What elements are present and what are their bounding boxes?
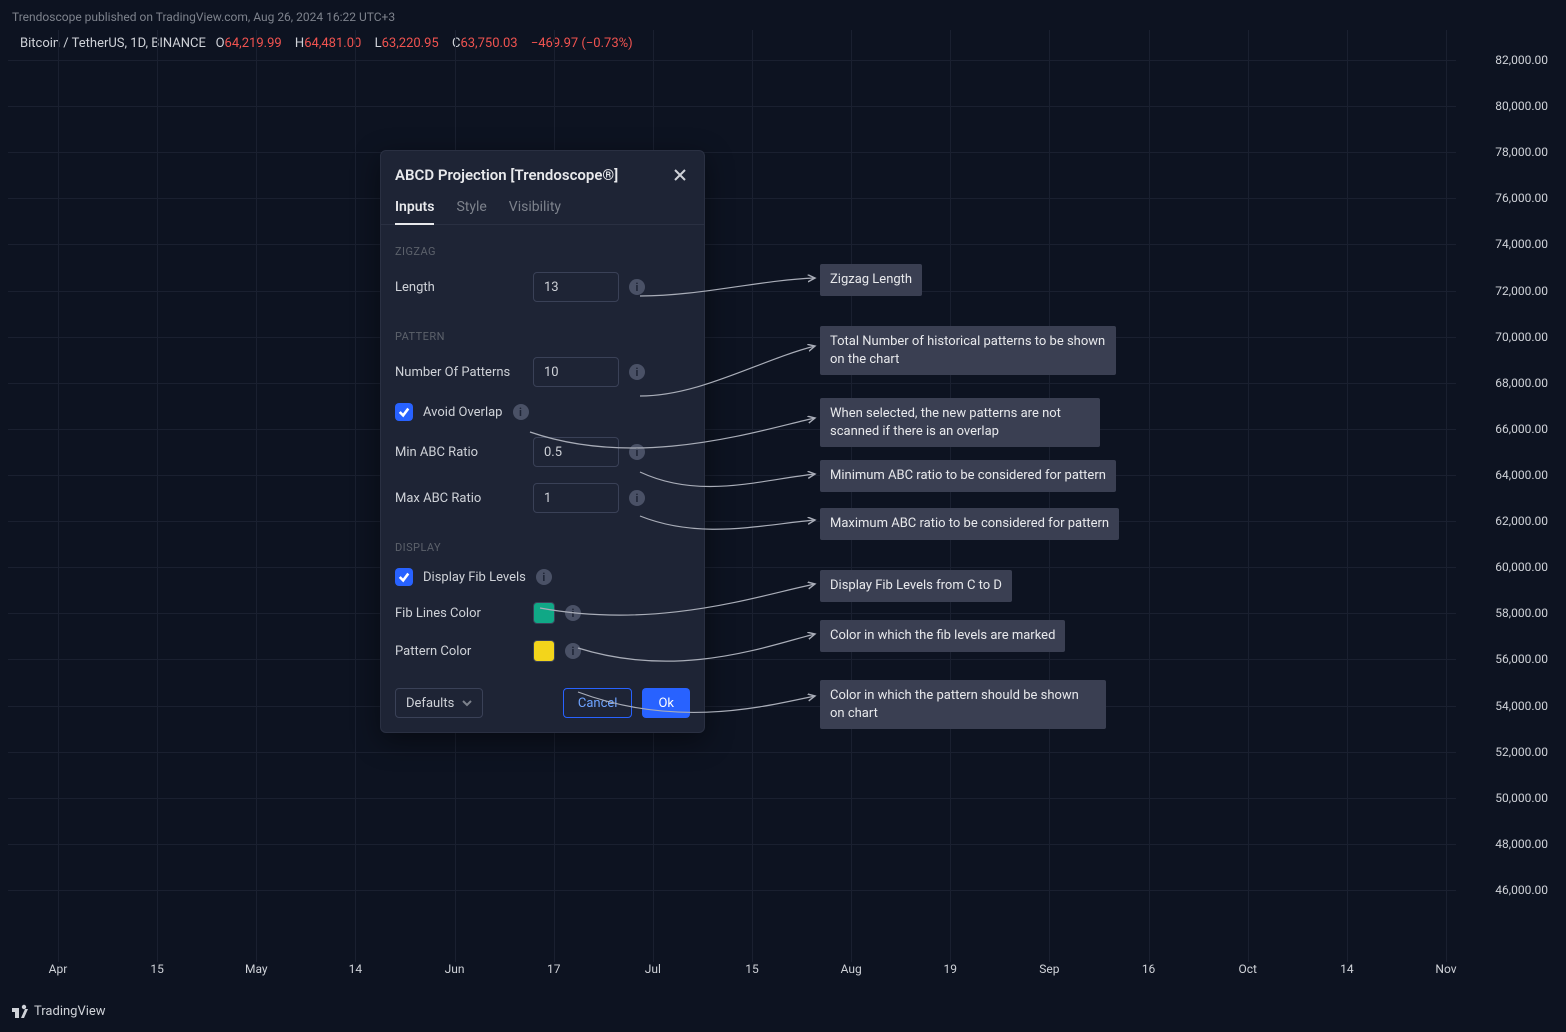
footer-brand: TradingView xyxy=(10,1002,106,1020)
annotation-connectors xyxy=(0,0,1566,1032)
footer-brand-label: TradingView xyxy=(34,1004,106,1019)
tradingview-logo-icon xyxy=(10,1002,28,1020)
